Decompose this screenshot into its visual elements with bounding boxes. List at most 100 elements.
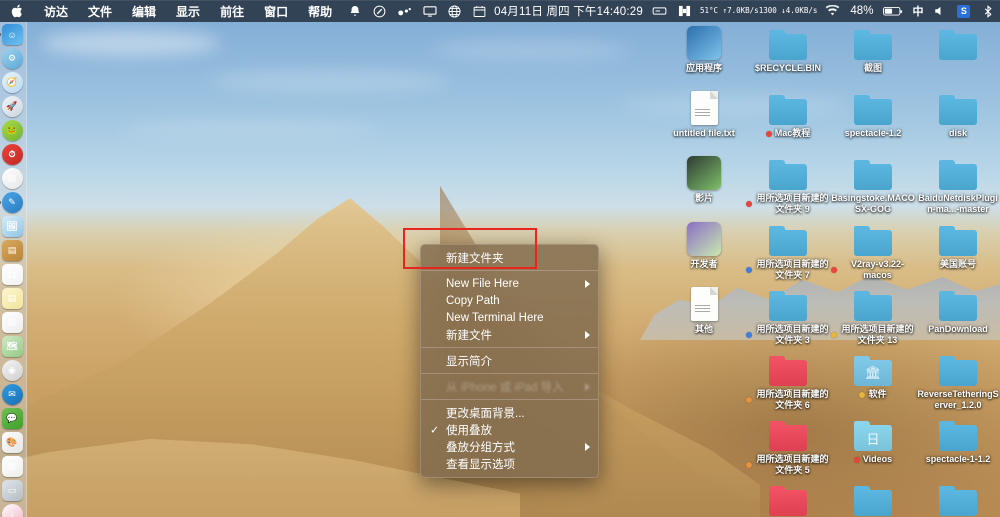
desktop-icon[interactable]: 用所选项目新建的文件夹 (746, 480, 830, 517)
dock-item-music-app[interactable]: ♪ (1, 504, 25, 517)
dock-item-safari[interactable]: 🧭 (1, 72, 25, 95)
dock-item-notepad-app[interactable]: ▤ (1, 288, 25, 311)
desktop-icon[interactable]: Usystem (916, 480, 1000, 517)
dock-item-finder[interactable]: ☺ (0, 24, 25, 47)
context-menu-item[interactable]: 新建文件 (421, 326, 598, 343)
calendar-icon[interactable] (467, 0, 492, 22)
dock-item-color-wheel-app[interactable]: ◉ (1, 360, 25, 383)
dock-item-map-app[interactable]: 🗺 (1, 336, 25, 359)
desktop-icon[interactable]: 美国账号 (916, 220, 1000, 270)
menu-item-edit[interactable]: 编辑 (122, 0, 166, 22)
desktop-icon[interactable]: 用所选项目新建的文件夹 9 (746, 154, 830, 215)
dock-item-wechat-app[interactable]: 💬 (1, 408, 25, 431)
dock-item-rocket-app[interactable]: 🚀 (1, 96, 25, 119)
menu-item-file[interactable]: 文件 (78, 0, 122, 22)
desktop-icon-label: 用所选项目新建的文件夹 3 (746, 324, 830, 346)
input-method-indicator[interactable]: 中 (908, 0, 927, 22)
context-menu-item[interactable]: New File Here (421, 275, 598, 292)
context-menu-item[interactable]: ✓ 使用叠放 (421, 421, 598, 438)
desktop-icon-label: untitled file.txt (673, 128, 735, 138)
desktop-icon[interactable]: V2ray-v3.22-macos (831, 220, 915, 281)
context-menu-item[interactable]: 新建文件夹 (421, 249, 598, 266)
desktop-icon-label: 用所选项目新建的文件夹 7 (746, 259, 830, 281)
context-menu-item[interactable]: 查看显示选项 (421, 455, 598, 472)
desktop-icon-name: 软件 (868, 389, 887, 399)
desktop-icon[interactable]: 用所选项目新建的文件夹 13 (831, 285, 915, 346)
dock-item-compass-blue-app[interactable]: ✎ (0, 192, 25, 215)
dock-item-calendar-app[interactable]: 11 (1, 264, 25, 287)
dock-item-pages-app[interactable]: ▤ (1, 312, 25, 335)
dock-item-numbers-app[interactable]: ▥ (1, 456, 25, 479)
wifi-icon[interactable] (820, 0, 845, 22)
context-menu-separator (421, 399, 598, 400)
dock[interactable]: ☺⚙🧭🚀🐸⏱▤✎🖼▤11▤▤🗺◉✉💬🎨▥▭♪A⚙V▌▤▸▲Y◍ (0, 22, 27, 517)
desktop-icon[interactable]: Micro.Machin (831, 480, 915, 517)
network-monitor-indicator[interactable]: 51°C ↑7.0KB/s 1300 ↓4.0KB/s (697, 0, 820, 22)
desktop-icon[interactable]: ReverseTetheringServer_1.2.0 (916, 350, 1000, 411)
dock-item-paint-app[interactable]: 🎨 (1, 432, 25, 455)
notification-bell-icon[interactable] (342, 0, 367, 22)
menu-item-help[interactable]: 帮助 (298, 0, 342, 22)
desktop-context-menu[interactable]: 新建文件夹 New File Here Copy Path New Terminal … (420, 244, 599, 478)
compass-icon[interactable] (367, 0, 392, 22)
bluetooth-icon[interactable] (975, 0, 1000, 22)
desktop-icon[interactable]: 日 Videos (831, 415, 915, 465)
desktop-icon[interactable]: 用所选项目新建的文件夹 3 (746, 285, 830, 346)
desktop-icon[interactable]: 影片 (662, 154, 746, 204)
apple-logo-icon[interactable] (0, 4, 34, 18)
desktop-icon[interactable]: spectacle-1.2 (831, 89, 915, 139)
context-menu-item[interactable]: 叠放分组方式 (421, 438, 598, 455)
context-menu-item[interactable]: 显示简介 (421, 352, 598, 369)
cpu-temp-value: 51°C (700, 5, 719, 15)
dock-item-photos-app[interactable]: 🖼 (1, 216, 25, 239)
card-icon[interactable] (647, 0, 672, 22)
volume-icon[interactable] (927, 0, 952, 22)
desktop-icon[interactable]: Basingstoke.MACOSX-GOG (831, 154, 915, 215)
menu-bar-clock[interactable]: 04月11日 周四 下午14:40:29 (492, 0, 647, 22)
folder-icon (937, 480, 979, 516)
globe-icon[interactable] (442, 0, 467, 22)
context-menu-item-label: 显示简介 (446, 355, 492, 368)
dock-item-launchpad[interactable]: ⚙ (1, 48, 25, 71)
display-icon[interactable] (417, 0, 442, 22)
dock-item-usb-drive[interactable]: ▭ (1, 480, 25, 503)
sogou-input-icon[interactable]: S (952, 0, 975, 22)
cloud (40, 30, 220, 56)
dock-item-messenger-app[interactable]: ✉ (1, 384, 25, 407)
notepad-app-icon: ▤ (1, 288, 23, 309)
menu-item-window[interactable]: 窗口 (254, 0, 298, 22)
desktop-icon[interactable]: 其他 (662, 285, 746, 335)
desktop-icon[interactable]: 用所选项目新建的文件夹 7 (746, 220, 830, 281)
battery-icon[interactable] (878, 0, 908, 22)
folder-icon (852, 480, 894, 516)
dock-item-clock-app[interactable]: ⏱ (1, 144, 25, 167)
desktop-icon[interactable] (916, 24, 1000, 60)
desktop-icon-label-row: 用所选项目新建的文件夹 7 (746, 259, 830, 281)
context-menu-item[interactable]: 更改桌面背景... (421, 404, 598, 421)
desktop-icon[interactable]: 用所选项目新建的文件夹 6 (746, 350, 830, 411)
desktop-icon[interactable]: 🏛 软件 (831, 350, 915, 400)
dots-icon[interactable] (392, 0, 417, 22)
app-grid-icon[interactable] (672, 0, 697, 22)
menu-item-go[interactable]: 前往 (210, 0, 254, 22)
folder-body (939, 99, 977, 125)
folder-icon (937, 350, 979, 386)
desktop-icon[interactable]: Mac教程 (746, 89, 830, 139)
menu-item-view[interactable]: 显示 (166, 0, 210, 22)
desktop-icon[interactable]: 开发者 (662, 220, 746, 270)
desktop-icon[interactable]: BaiduNetdiskPlugin-ma...-master (916, 154, 1000, 215)
dock-item-green-frog-app[interactable]: 🐸 (1, 120, 25, 143)
dock-item-notes-app[interactable]: ▤ (1, 168, 25, 191)
context-menu-item[interactable]: New Terminal Here (421, 309, 598, 326)
menu-item-finder[interactable]: 访达 (34, 0, 78, 22)
desktop-icon[interactable]: 截图 (831, 24, 915, 74)
desktop-icon[interactable]: 应用程序 (662, 24, 746, 74)
dock-item-wood-app[interactable]: ▤ (1, 240, 25, 263)
desktop-icon[interactable]: untitled file.txt (662, 89, 746, 139)
desktop-icon[interactable]: disk (916, 89, 1000, 139)
desktop-icon[interactable]: 用所选项目新建的文件夹 5 (746, 415, 830, 476)
context-menu-item[interactable]: Copy Path (421, 292, 598, 309)
desktop-icon[interactable]: $RECYCLE.BIN (746, 24, 830, 74)
desktop-icon[interactable]: PanDownload (916, 285, 1000, 335)
desktop-icon[interactable]: spectacle-1-1.2 (916, 415, 1000, 465)
